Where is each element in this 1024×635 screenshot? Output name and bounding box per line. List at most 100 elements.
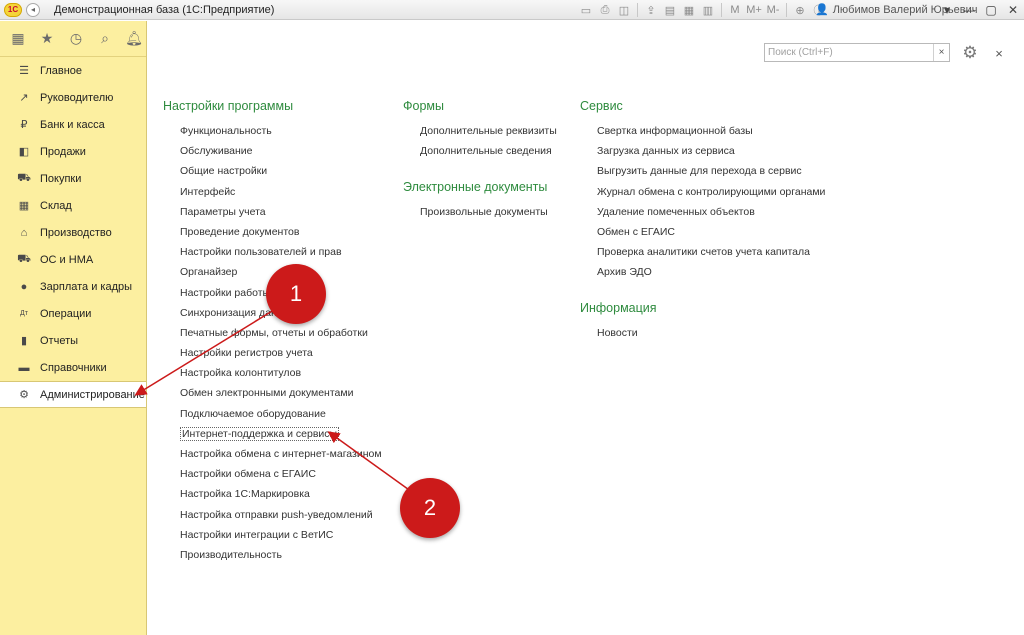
menu-link[interactable]: Проверка аналитики счетов учета капитала bbox=[580, 242, 825, 262]
section-item[interactable]: ● Зарплата и кадры bbox=[0, 273, 146, 300]
menu-link[interactable]: Обмен электронными документами bbox=[163, 383, 382, 403]
section-item[interactable]: ▦ Склад bbox=[0, 192, 146, 219]
menu-link[interactable]: Производительность bbox=[163, 545, 382, 565]
menu-link[interactable]: Настройки пользователей и прав bbox=[163, 242, 382, 262]
menu-link-label: Дополнительные сведения bbox=[420, 145, 552, 158]
book-icon: ▬ bbox=[18, 361, 30, 374]
group-title: Настройки программы bbox=[163, 99, 294, 113]
menu-link[interactable]: Архив ЭДО bbox=[580, 262, 825, 282]
menu-link-label: Обмен электронными документами bbox=[180, 387, 354, 400]
menu-link[interactable]: Настройка обмена с интернет-магазином bbox=[163, 444, 382, 464]
section-item[interactable]: ◧ Продажи bbox=[0, 138, 146, 165]
menu-link[interactable]: Настройки интеграции с ВетИС bbox=[163, 525, 382, 545]
section-label: Главное bbox=[40, 64, 83, 77]
section-item[interactable]: ⛟ ОС и НМА bbox=[0, 246, 146, 273]
calc-icon[interactable]: ▦ bbox=[681, 2, 697, 18]
section-item[interactable]: ⚙ Администрирование bbox=[0, 381, 146, 408]
menu-link[interactable]: Выгрузить данные для перехода в сервис bbox=[580, 161, 825, 181]
menu-link[interactable]: Печатные формы, отчеты и обработки bbox=[163, 323, 382, 343]
menu-link[interactable]: Настройка колонтитулов bbox=[163, 363, 382, 383]
menu-link[interactable]: Параметры учета bbox=[163, 202, 382, 222]
toolbar-divider bbox=[637, 3, 638, 17]
forms-items: Дополнительные реквизиты Дополнительные с… bbox=[403, 121, 557, 161]
search-icon[interactable]: ⌕ bbox=[95, 29, 115, 49]
calendar-icon[interactable]: ▥ bbox=[700, 2, 716, 18]
menu-link-label: Настройки обмена с ЕГАИС bbox=[180, 468, 316, 481]
clear-search-icon[interactable]: × bbox=[933, 44, 949, 61]
truck-icon: ⛟ bbox=[17, 252, 31, 265]
menu-link-label: Журнал обмена с контролирующими органами bbox=[597, 185, 826, 198]
menu-link-label: Загрузка данных из сервиса bbox=[597, 145, 735, 158]
section-item[interactable]: ☰ Главное bbox=[0, 57, 146, 84]
upload-icon[interactable]: ⇪ bbox=[643, 2, 659, 18]
search-input[interactable]: Поиск (Ctrl+F) × bbox=[764, 43, 950, 62]
sections-list: ☰ Главное ↗ Руководителю ₽ Банк и касса ◧ Прода… bbox=[0, 57, 146, 408]
maximize-button[interactable]: ▢ bbox=[980, 0, 1002, 20]
history-back-icon[interactable]: ◂ bbox=[26, 2, 40, 17]
zoom-icon[interactable]: ⊕ bbox=[792, 2, 808, 18]
menu-link-label: Интерфейс bbox=[180, 185, 236, 198]
cart-icon: ⛟ bbox=[17, 171, 31, 184]
preview-icon[interactable]: ◫ bbox=[616, 2, 632, 18]
menu-link[interactable]: Функциональность bbox=[163, 121, 382, 141]
section-item[interactable]: Дт Операции bbox=[0, 300, 146, 327]
save-icon[interactable]: ▭ bbox=[578, 2, 594, 18]
annotation-marker-2: 2 bbox=[400, 478, 460, 538]
section-item[interactable]: ₽ Банк и касса bbox=[0, 111, 146, 138]
menu-link[interactable]: Настройки обмена с ЕГАИС bbox=[163, 464, 382, 484]
bell-icon[interactable]: 🔔︎ bbox=[124, 29, 144, 49]
section-item[interactable]: ⌂ Производство bbox=[0, 219, 146, 246]
section-item[interactable]: ↗ Руководителю bbox=[0, 84, 146, 111]
memory-plus-button[interactable]: M+ bbox=[746, 2, 762, 18]
menu-link[interactable]: Обслуживание bbox=[163, 141, 382, 161]
history-icon[interactable]: ◷ bbox=[66, 29, 86, 49]
memory-m-button[interactable]: M bbox=[727, 2, 743, 18]
section-label: Продажи bbox=[40, 145, 86, 158]
menu-link[interactable]: Настройка отправки push-уведомлений bbox=[163, 505, 382, 525]
menu-link[interactable]: Интерфейс bbox=[163, 182, 382, 202]
menu-dropdown-icon[interactable]: ▾ bbox=[936, 0, 958, 20]
menu-link[interactable]: Дополнительные сведения bbox=[403, 141, 557, 161]
apps-grid-icon[interactable]: ▦ bbox=[8, 29, 28, 49]
app-logo[interactable]: 1С bbox=[4, 2, 22, 17]
main-content: Поиск (Ctrl+F) × ⚙ × Настройки программы… bbox=[148, 21, 1024, 635]
menu-link[interactable]: Загрузка данных из сервиса bbox=[580, 141, 825, 161]
factory-icon: ⌂ bbox=[20, 226, 28, 239]
section-item[interactable]: ⛟ Покупки bbox=[0, 165, 146, 192]
group-title: Формы bbox=[403, 99, 444, 113]
print-icon[interactable]: ⎙ bbox=[597, 2, 613, 18]
doc-icon[interactable]: ▤ bbox=[662, 2, 678, 18]
menu-link-label: Настройка колонтитулов bbox=[180, 367, 302, 380]
memory-minus-button[interactable]: M- bbox=[765, 2, 781, 18]
close-icon[interactable]: × bbox=[991, 45, 1007, 61]
menu-link[interactable]: Обмен с ЕГАИС bbox=[580, 222, 825, 242]
settings-gear-icon[interactable]: ⚙ bbox=[960, 43, 980, 63]
menu-link[interactable]: Подключаемое оборудование bbox=[163, 404, 382, 424]
menu-link[interactable]: Удаление помеченных объектов bbox=[580, 202, 825, 222]
menu-link[interactable]: Свертка информационной базы bbox=[580, 121, 825, 141]
section-label: Зарплата и кадры bbox=[40, 280, 133, 293]
window-close-button[interactable]: ✕ bbox=[1002, 0, 1024, 20]
minimize-button[interactable]: — bbox=[958, 0, 980, 20]
section-item[interactable]: ▮ Отчеты bbox=[0, 327, 146, 354]
menu-link[interactable]: Настройка 1С:Маркировка bbox=[163, 484, 382, 504]
menu-link[interactable]: Настройки регистров учета bbox=[163, 343, 382, 363]
menu-link[interactable]: Журнал обмена с контролирующими органами bbox=[580, 182, 825, 202]
menu-link[interactable]: Новости bbox=[580, 323, 657, 343]
sections-panel: ▦ ★ ◷ ⌕ 🔔︎ ☰ Главное ↗ Руководителю ₽ Банк и … bbox=[0, 21, 147, 635]
menu-link-label: Настройки работы bbox=[180, 286, 271, 299]
menu-link-label: Настройки пользователей и прав bbox=[180, 246, 342, 259]
menu-link-label: Параметры учета bbox=[180, 205, 266, 218]
menu-link[interactable]: Произвольные документы bbox=[403, 202, 548, 222]
menu-link[interactable]: Общие настройки bbox=[163, 161, 382, 181]
gear-icon: ⚙ bbox=[19, 389, 29, 401]
service-items: Свертка информационной базы Загрузка данн… bbox=[580, 121, 825, 283]
bar-chart-icon: ▮ bbox=[20, 335, 28, 347]
section-item[interactable]: ▬ Справочники bbox=[0, 354, 146, 381]
menu-link[interactable]: Дополнительные реквизиты bbox=[403, 121, 557, 141]
star-icon[interactable]: ★ bbox=[37, 29, 57, 49]
menu-link[interactable]: Интернет-поддержка и сервисы bbox=[163, 424, 382, 444]
person-icon: ● bbox=[20, 280, 28, 293]
menu-link[interactable]: Проведение документов bbox=[163, 222, 382, 242]
toolbar-divider bbox=[721, 3, 722, 17]
